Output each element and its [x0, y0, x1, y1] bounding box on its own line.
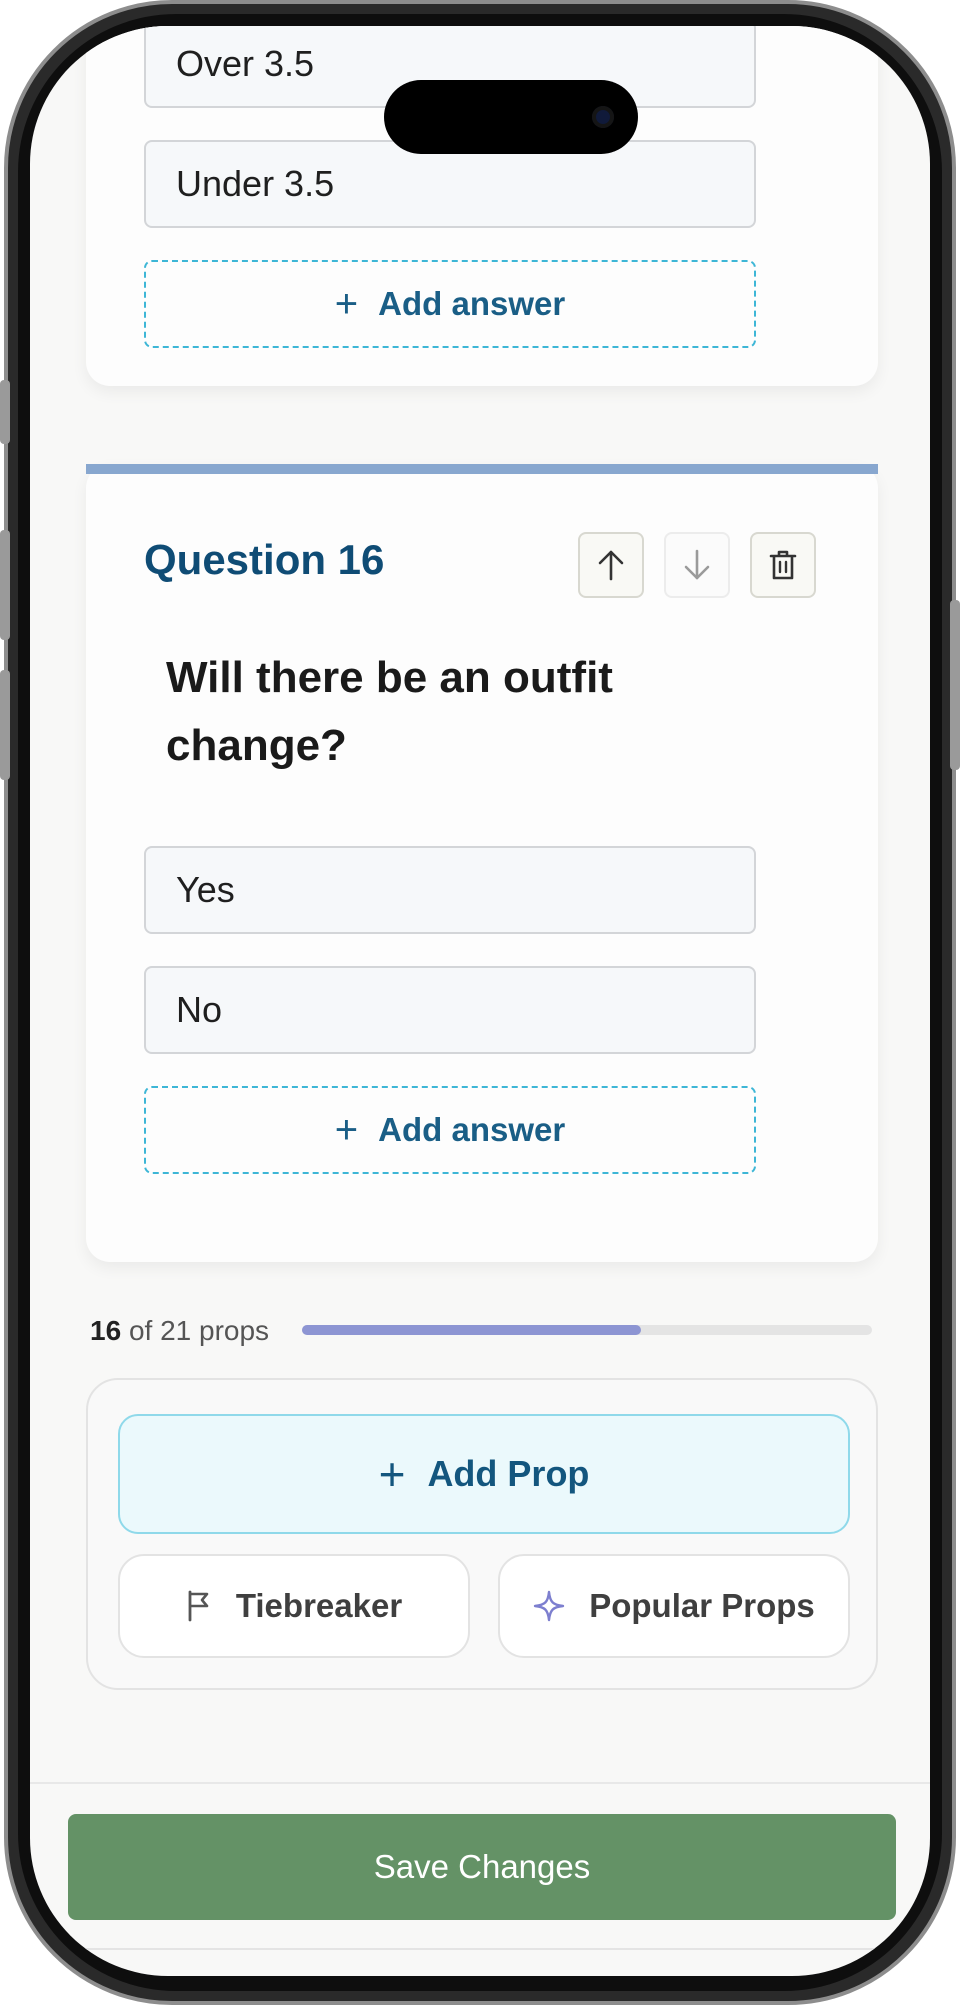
add-prop-label: Add Prop: [427, 1453, 590, 1494]
move-down-button[interactable]: [664, 532, 730, 598]
popular-props-button[interactable]: Popular Props: [498, 1554, 850, 1658]
answer-input[interactable]: Yes: [144, 846, 756, 934]
sparkle-icon: [534, 1590, 565, 1622]
add-answer-label: Add answer: [378, 1111, 566, 1148]
phone-side-button: [0, 380, 10, 444]
flag-icon: [188, 1590, 209, 1622]
question-title: Question 16: [144, 536, 385, 583]
question-text[interactable]: Will there be an outfit change?: [166, 644, 726, 780]
popular-props-label: Popular Props: [589, 1587, 815, 1624]
move-up-button[interactable]: [578, 532, 644, 598]
plus-icon: +: [334, 282, 359, 326]
props-total-text: of 21 props: [128, 1315, 270, 1346]
question-accent-bar: [86, 464, 878, 474]
phone-power-button: [950, 600, 960, 770]
camera-icon: [592, 106, 614, 128]
bottom-divider: [30, 1948, 930, 1950]
save-changes-button[interactable]: Save Changes: [68, 1814, 896, 1920]
footer-divider: [30, 1782, 930, 1784]
plus-icon: +: [334, 1108, 359, 1152]
plus-icon: +: [378, 1448, 406, 1500]
props-progress-label: 16 of 21 props: [90, 1315, 269, 1347]
app-screen: Over 3.5 Under 3.5 + Add answer Question…: [30, 26, 930, 1976]
arrow-down-icon: [684, 549, 710, 580]
props-progress-bar: [302, 1325, 872, 1335]
add-prop-button[interactable]: + Add Prop: [118, 1414, 850, 1534]
props-current-count: 16: [90, 1315, 122, 1346]
delete-question-button[interactable]: [750, 532, 816, 598]
add-answer-button[interactable]: + Add answer: [144, 260, 756, 348]
dynamic-island: [384, 80, 638, 154]
add-answer-label: Add answer: [378, 285, 566, 322]
phone-volume-up-button: [0, 530, 10, 640]
trash-icon: [769, 550, 797, 580]
props-progress-fill: [302, 1325, 642, 1335]
phone-volume-down-button: [0, 670, 10, 780]
tiebreaker-button[interactable]: Tiebreaker: [118, 1554, 470, 1658]
add-answer-button[interactable]: + Add answer: [144, 1086, 756, 1174]
answer-input[interactable]: No: [144, 966, 756, 1054]
prop-actions-panel: + Add Prop Tiebreaker Popular Props: [86, 1378, 878, 1690]
arrow-up-icon: [598, 550, 624, 581]
tiebreaker-label: Tiebreaker: [235, 1587, 403, 1624]
